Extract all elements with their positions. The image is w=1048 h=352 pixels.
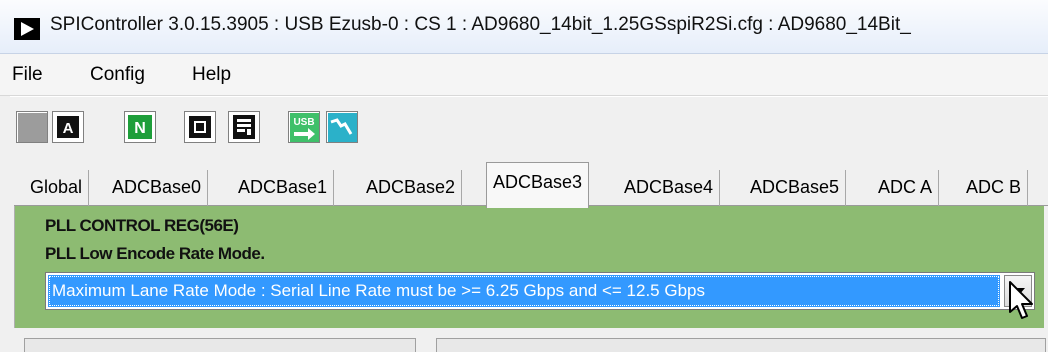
menu-config[interactable]: Config	[90, 64, 145, 86]
dropdown-selected-value[interactable]: Maximum Lane Rate Mode : Serial Line Rat…	[48, 275, 1000, 307]
lane-rate-dropdown[interactable]: Maximum Lane Rate Mode : Serial Line Rat…	[45, 272, 1035, 310]
usb-icon[interactable]: USB	[288, 111, 320, 143]
svg-text:N: N	[134, 120, 146, 137]
svg-text:USB: USB	[293, 117, 314, 128]
menu-bar: File Config Help	[0, 54, 1048, 96]
tab-strip: Global ADCBase0 ADCBase1 ADCBase2 ADCBas…	[0, 160, 1048, 208]
tab-adcbase4[interactable]: ADCBase4	[618, 170, 721, 206]
bottom-area	[0, 330, 1048, 352]
field-title: PLL Low Encode Rate Mode.	[45, 244, 265, 263]
n-icon[interactable]: N	[124, 111, 156, 143]
menu-help[interactable]: Help	[192, 64, 231, 86]
left-edge	[0, 96, 10, 352]
register-panel: PLL CONTROL REG(56E) PLL Low Encode Rate…	[14, 206, 1044, 328]
register-icon[interactable]	[228, 111, 260, 143]
bottom-control-left	[24, 338, 416, 352]
svg-text:A: A	[63, 120, 74, 137]
tab-global[interactable]: Global	[24, 170, 90, 206]
tab-adcbase3[interactable]: ADCBase3	[486, 162, 590, 208]
tab-adcbase2[interactable]: ADCBase2	[360, 170, 463, 206]
a-chip-icon[interactable]: A	[52, 111, 84, 143]
tab-adcbase0[interactable]: ADCBase0	[106, 170, 209, 206]
toolbar: A N USB	[0, 96, 1048, 159]
register-title: PLL CONTROL REG(56E)	[45, 216, 239, 235]
title-bar: SPIController 3.0.15.3905 : USB Ezusb-0 …	[0, 0, 1048, 54]
app-play-icon	[14, 18, 40, 40]
bottom-control-right	[436, 338, 1046, 352]
tab-adc-a[interactable]: ADC A	[872, 170, 940, 206]
tab-adcbase5[interactable]: ADCBase5	[744, 170, 847, 206]
blank-icon[interactable]	[16, 111, 48, 143]
chip-icon[interactable]	[184, 111, 216, 143]
tab-adcbase1[interactable]: ADCBase1	[232, 170, 335, 206]
scope-icon[interactable]	[326, 111, 358, 143]
tab-adc-b[interactable]: ADC B	[960, 170, 1029, 206]
mouse-cursor-icon	[1009, 281, 1033, 319]
menu-file[interactable]: File	[12, 64, 43, 86]
window-title: SPIController 3.0.15.3905 : USB Ezusb-0 …	[50, 14, 911, 35]
